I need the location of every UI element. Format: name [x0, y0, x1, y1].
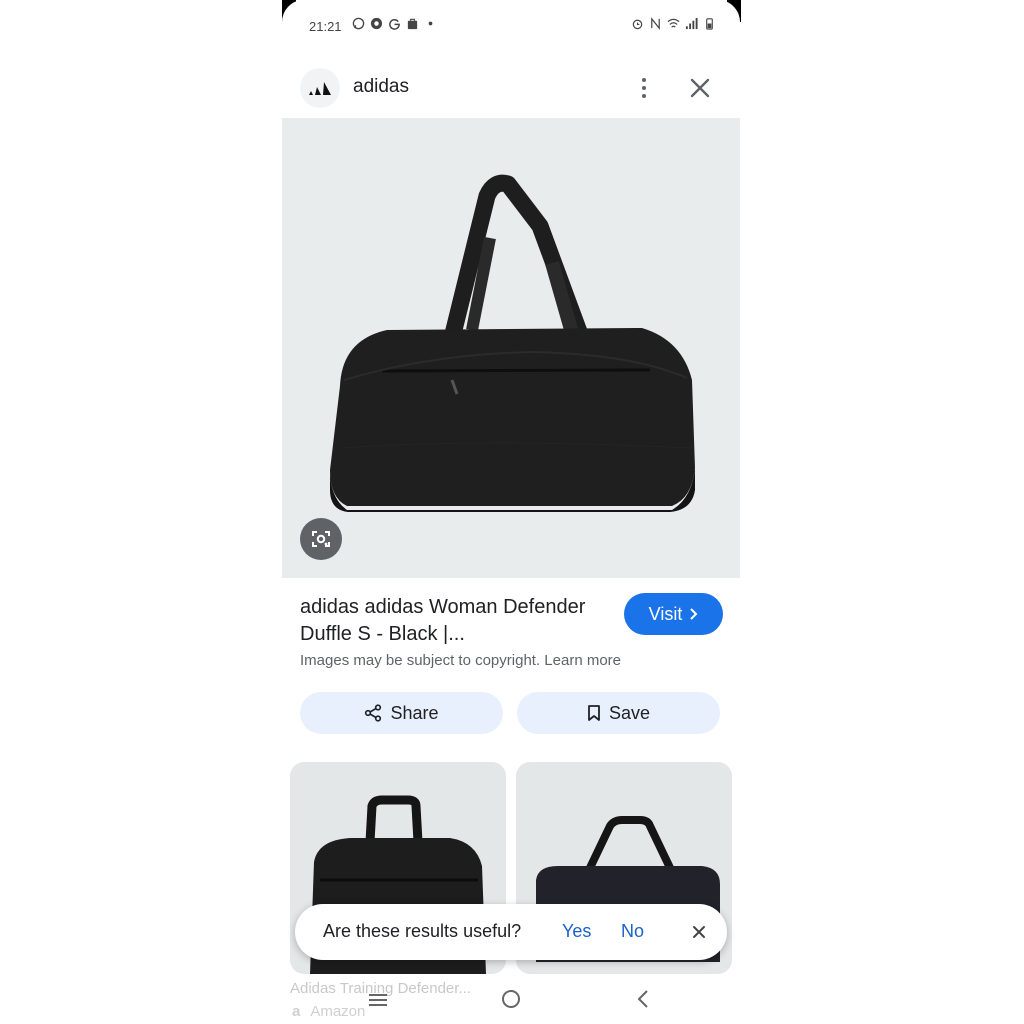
status-bar: 21:21 — [282, 0, 740, 52]
google-icon — [389, 19, 400, 30]
status-time: 21:21 — [309, 19, 342, 34]
adidas-logo-icon — [300, 68, 340, 108]
learn-more-link[interactable]: Learn more — [544, 652, 621, 669]
share-label: Share — [390, 702, 439, 723]
bookmark-icon — [588, 705, 600, 721]
save-label: Save — [608, 702, 651, 723]
site-name: adidas — [353, 76, 409, 97]
recent-apps-icon[interactable] — [368, 992, 388, 1008]
back-icon[interactable] — [636, 989, 650, 1009]
status-right-icons — [631, 17, 716, 30]
visit-button[interactable]: Visit — [624, 593, 723, 635]
dot-icon — [428, 21, 433, 26]
chevron-right-icon — [690, 608, 698, 620]
result-header: adidas — [282, 62, 740, 114]
visit-label: Visit — [648, 603, 683, 624]
product-image[interactable] — [282, 118, 740, 578]
status-left-icons — [352, 17, 437, 30]
whatsapp-icon — [352, 17, 365, 30]
share-button[interactable]: Share — [300, 692, 503, 734]
signal-icon — [685, 17, 698, 30]
feedback-yes-button[interactable]: Yes — [562, 921, 591, 942]
copyright-text: Images may be subject to copyright. — [300, 652, 541, 669]
close-icon[interactable] — [686, 74, 714, 102]
duffle-bag-image — [330, 174, 695, 512]
chrome-icon — [370, 17, 383, 30]
close-icon[interactable] — [689, 922, 709, 942]
more-vert-icon[interactable] — [634, 74, 654, 102]
save-button[interactable]: Save — [517, 692, 720, 734]
phone-screen: 21:21 adidas adidas adidas Woman Defende… — [282, 0, 740, 1024]
bag-icon — [407, 18, 418, 30]
feedback-question: Are these results useful? — [323, 921, 522, 941]
result-title[interactable]: adidas adidas Woman Defender Duffle S - … — [300, 594, 600, 648]
feedback-snackbar: Are these results useful? Yes No — [295, 904, 727, 960]
home-icon[interactable] — [501, 989, 521, 1009]
copyright-notice: Images may be subject to copyright. Lear… — [300, 652, 621, 669]
wifi-icon — [667, 18, 680, 28]
google-lens-icon[interactable] — [300, 518, 342, 560]
battery-icon — [706, 18, 713, 30]
share-icon — [365, 704, 382, 722]
nfc-icon — [651, 17, 660, 30]
feedback-no-button[interactable]: No — [621, 921, 644, 942]
alarm-icon — [632, 19, 643, 30]
system-nav-bar — [282, 976, 740, 1024]
